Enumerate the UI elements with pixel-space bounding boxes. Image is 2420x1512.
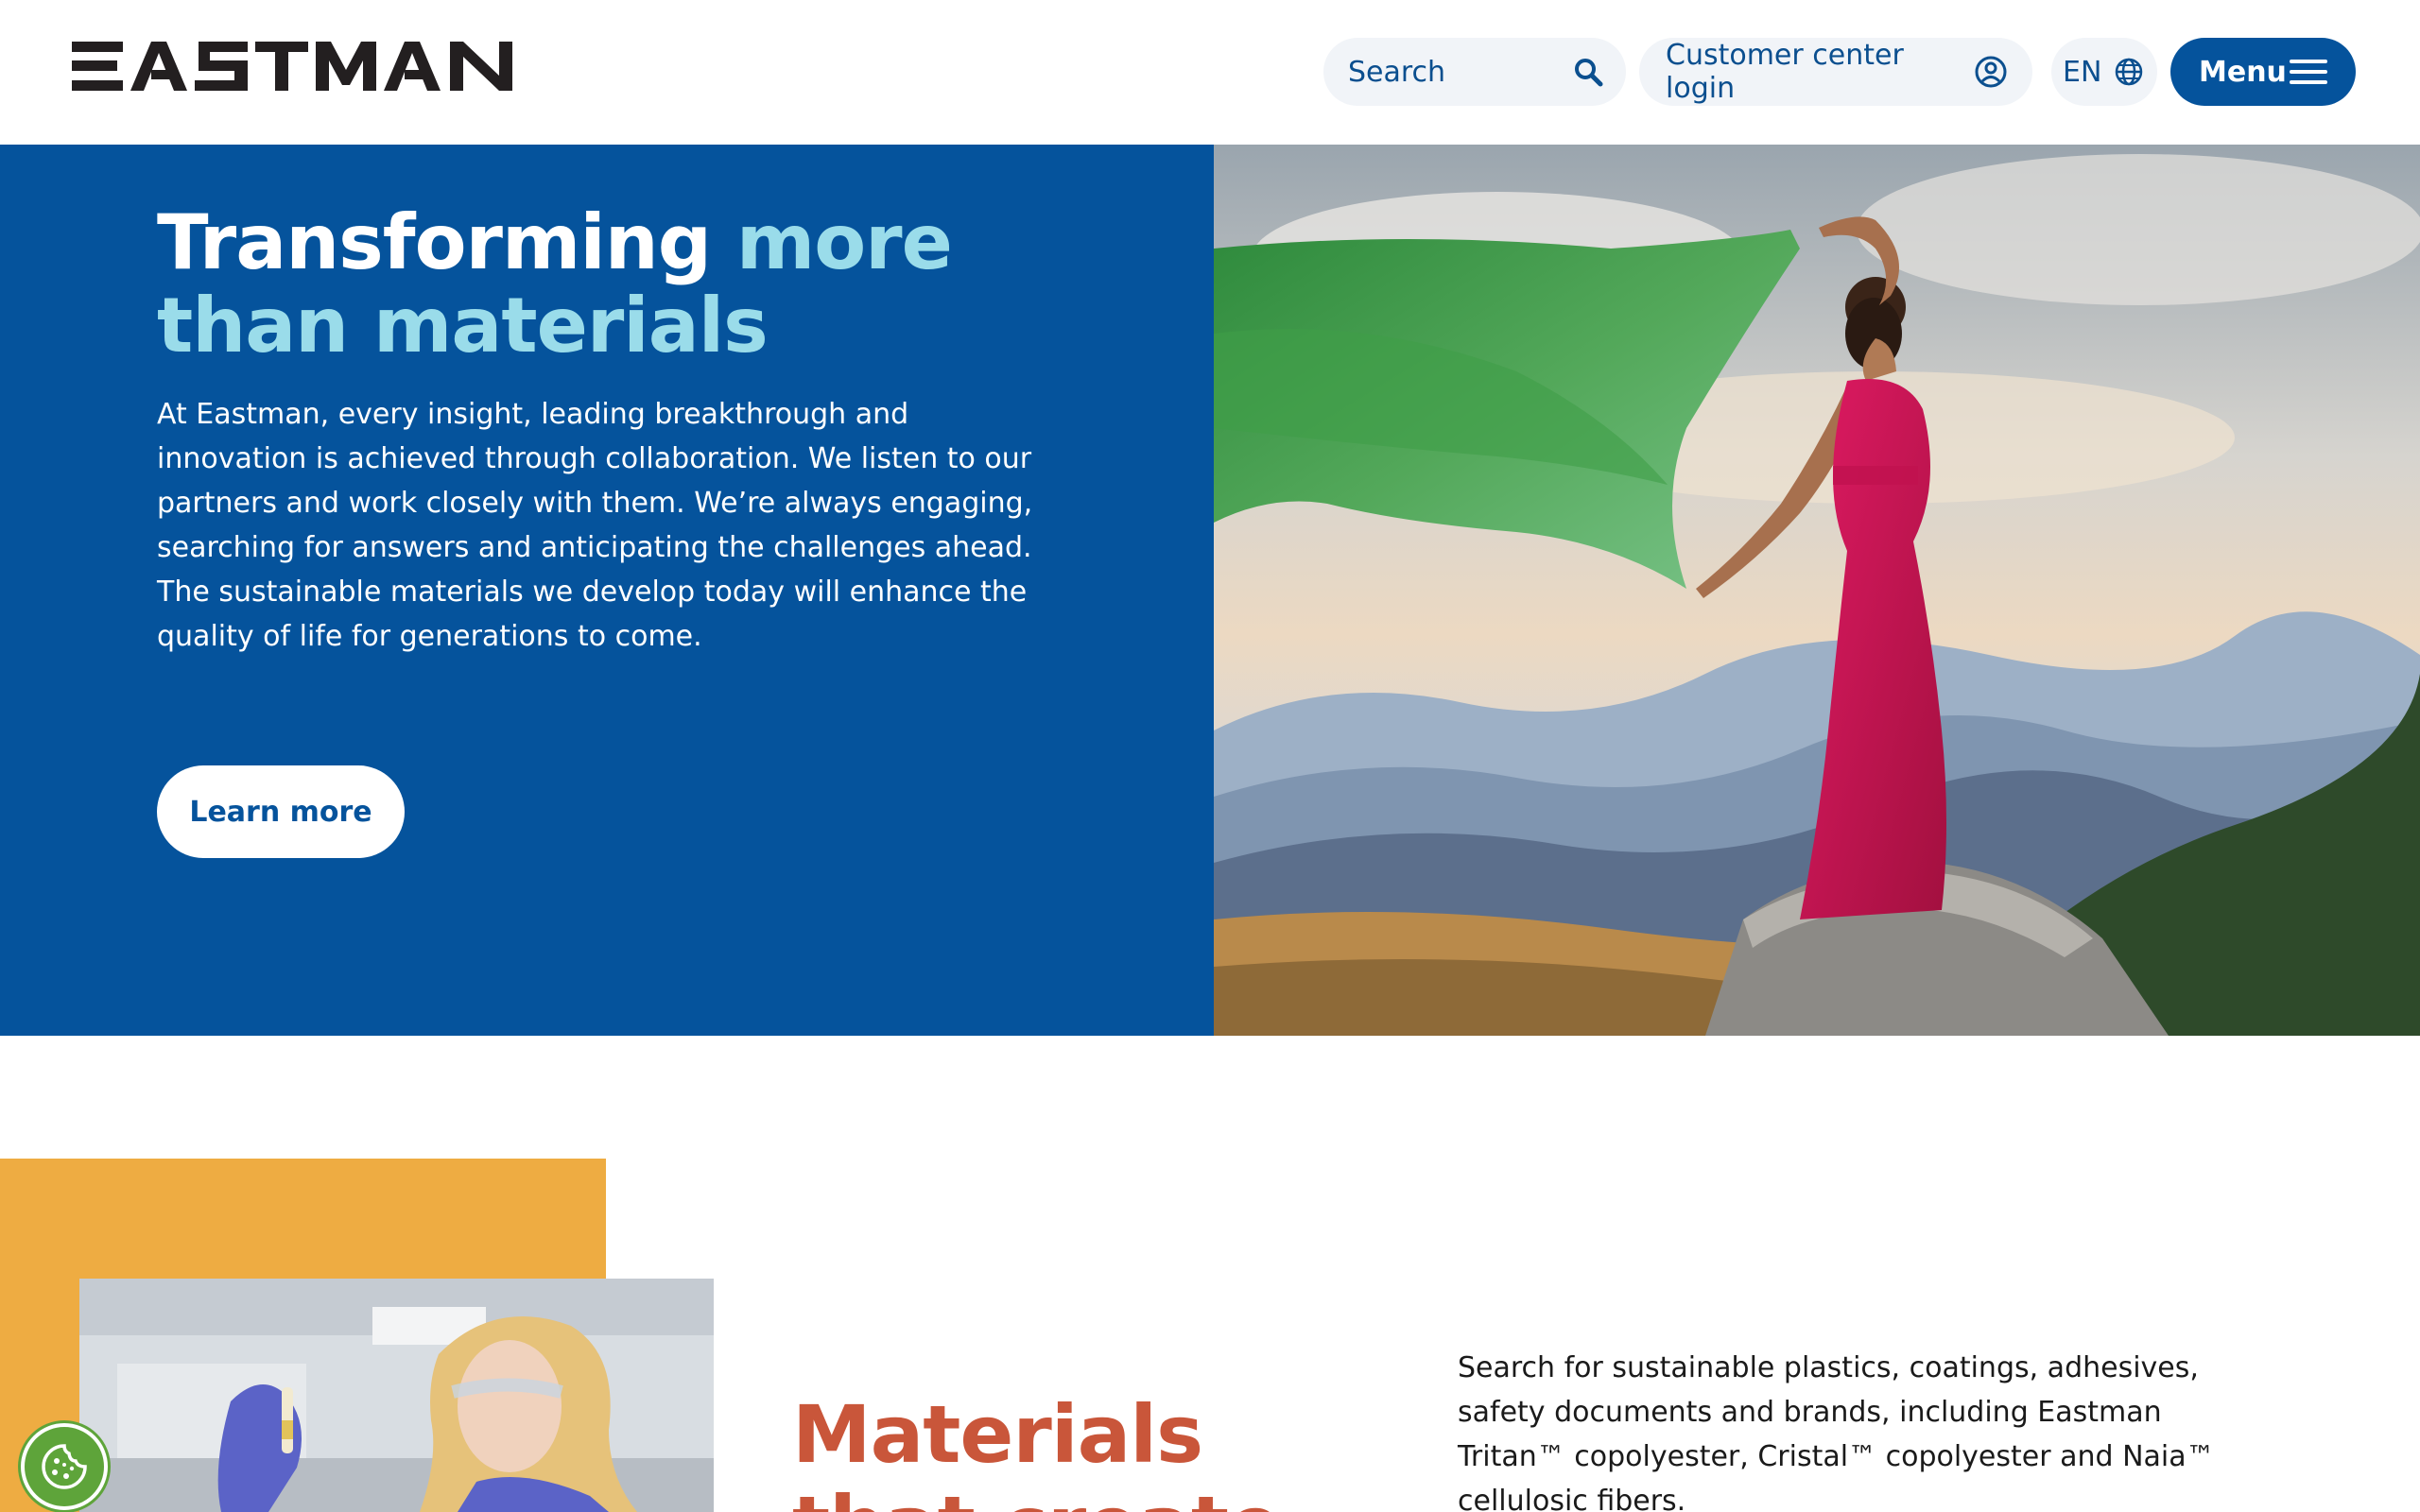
hero-title-accent: more xyxy=(735,198,953,286)
language-label: EN xyxy=(2063,55,2102,89)
customer-center-login-button[interactable]: Customer center login xyxy=(1639,38,2032,106)
search-icon[interactable] xyxy=(1573,57,1603,87)
login-label: Customer center login xyxy=(1666,39,1904,105)
learn-more-button[interactable]: Learn more xyxy=(157,765,405,858)
hamburger-icon xyxy=(2288,58,2329,86)
cookie-icon xyxy=(38,1440,91,1493)
hero-description: At Eastman, every insight, leading break… xyxy=(157,398,1033,653)
materials-description: Search for sustainable plastics, coating… xyxy=(1458,1351,2215,1512)
hero-title: Transforming more than materials xyxy=(157,201,1008,368)
site-header: Customer center login EN Menu xyxy=(0,0,2420,145)
user-circle-icon xyxy=(1974,55,2008,89)
menu-button[interactable]: Menu xyxy=(2170,38,2356,106)
hero-title-white: Transforming xyxy=(157,198,736,286)
eastman-logo-wordmark xyxy=(72,42,512,91)
hero-title-accent-line2: than materials xyxy=(157,282,769,369)
menu-label: Menu xyxy=(2199,55,2287,89)
lab-image xyxy=(79,1279,714,1512)
hero-panel: Transforming more than materials At East… xyxy=(0,145,1214,1036)
search-input[interactable] xyxy=(1348,55,1556,89)
language-selector[interactable]: EN xyxy=(2051,38,2157,106)
hero-image xyxy=(1214,145,2420,1036)
eastman-logo[interactable] xyxy=(72,42,512,91)
search-bar[interactable] xyxy=(1323,38,1626,106)
materials-title: Materials that create xyxy=(792,1388,1282,1512)
globe-icon xyxy=(2114,57,2144,87)
cookie-settings-button[interactable] xyxy=(21,1423,108,1510)
